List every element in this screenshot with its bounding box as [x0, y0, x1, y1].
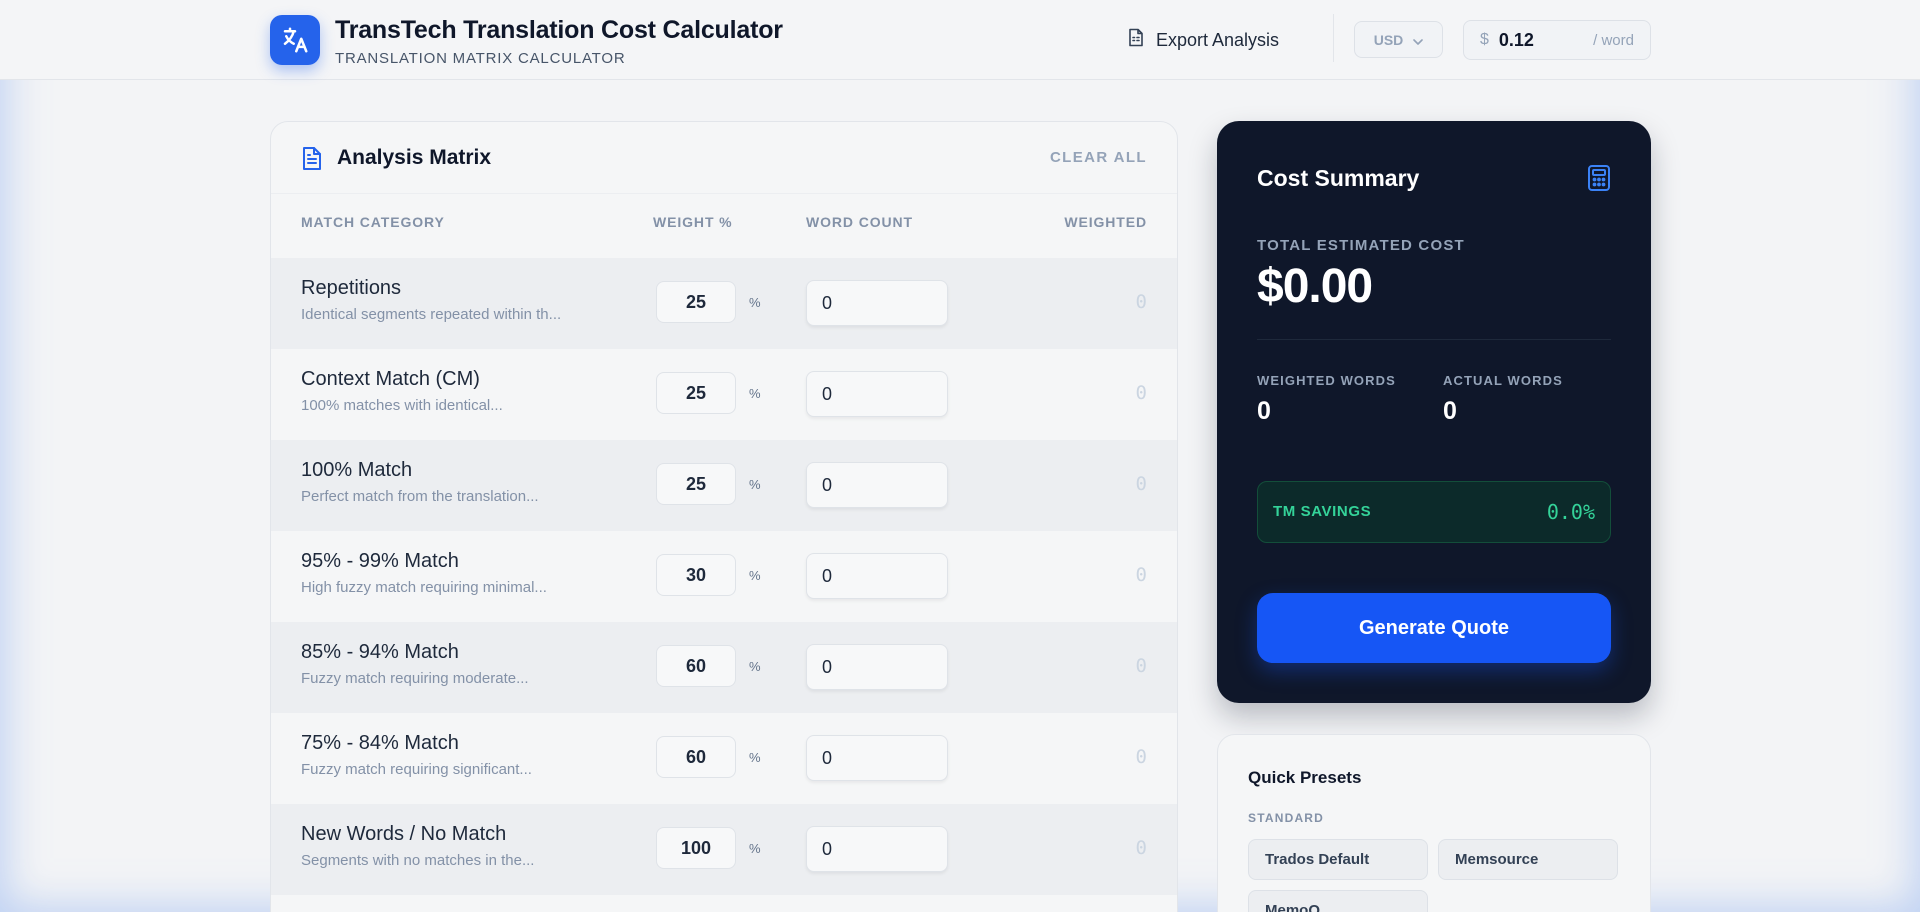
translate-icon [270, 15, 320, 65]
percent-symbol: % [749, 659, 761, 674]
row-name: Repetitions [301, 277, 402, 299]
word-count-input[interactable] [806, 553, 948, 599]
tm-savings-value: 0.0% [1546, 500, 1595, 524]
preset-memsource-button[interactable]: Memsource [1438, 839, 1618, 880]
rate-per-word-field: $ / word [1463, 20, 1651, 60]
weight-input[interactable] [656, 827, 736, 869]
weighted-value: 0 [1135, 473, 1147, 495]
weighted-value: 0 [1135, 564, 1147, 586]
weight-input[interactable] [656, 736, 736, 778]
row-name: 95% - 99% Match [301, 550, 459, 572]
word-count-input[interactable] [806, 826, 948, 872]
preset-trados-default-button[interactable]: Trados Default [1248, 839, 1428, 880]
presets-title: Quick Presets [1248, 768, 1362, 787]
document-icon [1128, 28, 1144, 52]
total-cost-label: TOTAL ESTIMATED COST [1257, 237, 1465, 254]
row-description: Identical segments repeated within th... [301, 306, 562, 323]
percent-symbol: % [749, 568, 761, 583]
row-name: 85% - 94% Match [301, 641, 459, 663]
percent-symbol: % [749, 750, 761, 765]
weighted-value: 0 [1135, 746, 1147, 768]
matrix-column-headers: MATCH CATEGORY WEIGHT % WORD COUNT WEIGH… [271, 214, 1177, 234]
row-description: High fuzzy match requiring minimal... [301, 579, 547, 596]
analysis-matrix-card: Analysis Matrix CLEAR ALL MATCH CATEGORY… [270, 121, 1178, 912]
percent-symbol: % [749, 295, 761, 310]
summary-title: Cost Summary [1257, 165, 1420, 191]
weighted-words-label: WEIGHTED WORDS [1257, 373, 1396, 388]
word-count-input[interactable] [806, 644, 948, 690]
row-description: Fuzzy match requiring significant... [301, 761, 532, 778]
column-header-weighted: WEIGHTED [1064, 214, 1147, 230]
rate-currency-symbol: $ [1480, 31, 1489, 48]
calculator-icon [1587, 164, 1611, 197]
row-description: 100% matches with identical... [301, 397, 503, 414]
row-description: Perfect match from the translation... [301, 488, 539, 505]
row-description: Segments with no matches in the... [301, 852, 535, 869]
export-analysis-label: Export Analysis [1156, 29, 1280, 50]
presets-group-label: STANDARD [1248, 811, 1325, 825]
word-count-input[interactable] [806, 280, 948, 326]
matrix-row-context-match: Context Match (CM) 100% matches with ide… [271, 349, 1177, 440]
matrix-row-100-match: 100% Match Perfect match from the transl… [271, 440, 1177, 531]
word-count-input[interactable] [806, 735, 948, 781]
weight-input[interactable] [656, 372, 736, 414]
percent-symbol: % [749, 386, 761, 401]
row-description: Fuzzy match requiring moderate... [301, 670, 529, 687]
generate-quote-button[interactable]: Generate Quote [1257, 593, 1611, 663]
quick-presets-card: Quick Presets STANDARD Trados Default Me… [1217, 734, 1651, 912]
app-title: TransTech Translation Cost Calculator [335, 16, 783, 44]
weighted-value: 0 [1135, 291, 1147, 313]
matrix-rows: Repetitions Identical segments repeated … [271, 258, 1177, 895]
app-subtitle: TRANSLATION MATRIX CALCULATOR [335, 50, 626, 67]
word-count-input[interactable] [806, 462, 948, 508]
weighted-value: 0 [1135, 655, 1147, 677]
cost-summary-card: Cost Summary TOTAL ESTIMATED COST $0.00 … [1217, 121, 1651, 703]
matrix-row-75-84-match: 75% - 84% Match Fuzzy match requiring si… [271, 713, 1177, 804]
total-cost-value: $0.00 [1257, 260, 1373, 313]
matrix-card-header: Analysis Matrix CLEAR ALL [271, 122, 1177, 194]
rate-input[interactable] [1498, 29, 1571, 51]
matrix-row-repetitions: Repetitions Identical segments repeated … [271, 258, 1177, 349]
matrix-row-new-words: New Words / No Match Segments with no ma… [271, 804, 1177, 895]
weight-input[interactable] [656, 281, 736, 323]
header-divider [1333, 14, 1334, 62]
row-name: New Words / No Match [301, 823, 507, 845]
app-header: TransTech Translation Cost Calculator TR… [0, 0, 1920, 80]
weight-input[interactable] [656, 463, 736, 505]
word-count-input[interactable] [806, 371, 948, 417]
row-name: 100% Match [301, 459, 413, 481]
matrix-row-85-94-match: 85% - 94% Match Fuzzy match requiring mo… [271, 622, 1177, 713]
weighted-words-value: 0 [1257, 397, 1271, 425]
weight-input[interactable] [656, 645, 736, 687]
clear-all-button[interactable]: CLEAR ALL [1050, 149, 1147, 166]
currency-value: USD [1373, 31, 1404, 48]
tm-savings-label: TM SAVINGS [1273, 503, 1372, 520]
summary-divider [1257, 339, 1611, 340]
matrix-title: Analysis Matrix [337, 146, 492, 169]
weighted-value: 0 [1135, 382, 1147, 404]
percent-symbol: % [749, 477, 761, 492]
row-name: 75% - 84% Match [301, 732, 459, 754]
currency-select[interactable]: USD [1354, 21, 1443, 58]
row-name: Context Match (CM) [301, 368, 480, 390]
actual-words-value: 0 [1443, 397, 1457, 425]
weighted-value: 0 [1135, 837, 1147, 859]
chevron-down-icon [1413, 32, 1424, 48]
document-icon [301, 146, 323, 176]
column-header-weight: WEIGHT % [653, 214, 733, 230]
actual-words-label: ACTUAL WORDS [1443, 373, 1563, 388]
preset-memoq-button[interactable]: MemoQ [1248, 890, 1428, 912]
column-header-category: MATCH CATEGORY [301, 214, 445, 230]
export-analysis-button[interactable]: Export Analysis [1128, 26, 1279, 54]
rate-unit: / word [1593, 31, 1634, 49]
weight-input[interactable] [656, 554, 736, 596]
percent-symbol: % [749, 841, 761, 856]
tm-savings-panel: TM SAVINGS 0.0% [1257, 481, 1611, 543]
matrix-row-95-99-match: 95% - 99% Match High fuzzy match requiri… [271, 531, 1177, 622]
column-header-word-count: WORD COUNT [806, 214, 913, 230]
